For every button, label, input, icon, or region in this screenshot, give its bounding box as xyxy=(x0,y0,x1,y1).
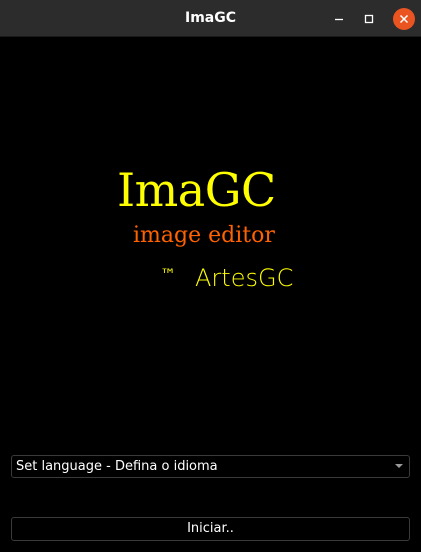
app-subtitle: image editor xyxy=(133,223,275,248)
title-bar[interactable]: ImaGC xyxy=(0,0,421,37)
minimize-icon xyxy=(335,18,343,21)
start-button[interactable]: Iniciar.. xyxy=(11,517,410,541)
minimize-button[interactable] xyxy=(328,8,350,30)
maximize-button[interactable] xyxy=(358,8,380,30)
maximize-icon xyxy=(364,14,374,24)
splash-logo: ImaGC image editor ™ ArtesGC xyxy=(0,37,421,437)
close-icon xyxy=(399,14,409,24)
trademark-symbol: ™ xyxy=(160,265,176,284)
language-select-value: Set language - Defina o idioma xyxy=(16,459,218,474)
close-button[interactable] xyxy=(393,8,415,30)
chevron-down-icon xyxy=(395,464,403,468)
app-name-logo: ImaGC xyxy=(117,163,276,217)
company-name: ArtesGC xyxy=(195,264,294,292)
language-select[interactable]: Set language - Defina o idioma xyxy=(11,455,410,478)
app-window: ImaGC ImaGC image editor ™ ArtesGC Set l… xyxy=(0,0,421,552)
